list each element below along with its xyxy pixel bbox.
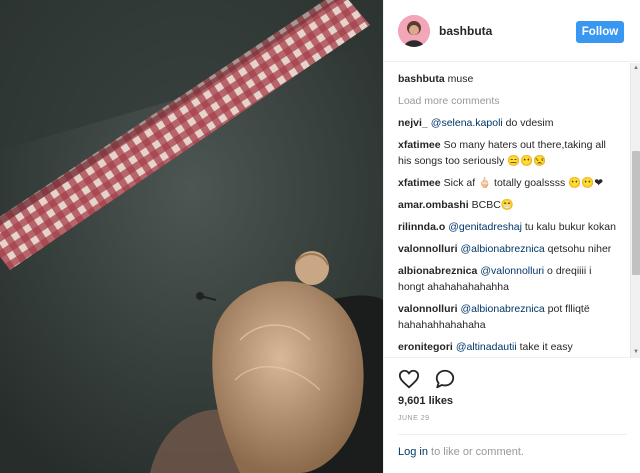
heart-icon[interactable] [398, 368, 420, 390]
post-actions: 9,601 likes June 29 Log in to like or co… [384, 357, 640, 473]
login-prompt: Log in to like or comment. [398, 446, 524, 458]
caption-username[interactable]: bashbuta [398, 73, 445, 85]
comment-item: xfatimee Sick af 🖕🏻 totally goalssss 😶😶❤ [398, 175, 620, 191]
likes-count[interactable]: 9,601 likes [398, 395, 453, 407]
login-link[interactable]: Log in [398, 446, 428, 458]
comment-username[interactable]: xfatimee [398, 139, 441, 151]
comment-mention[interactable]: @valonnolluri [480, 265, 544, 277]
scroll-thumb[interactable] [632, 151, 640, 275]
follow-button[interactable]: Follow [576, 21, 624, 43]
comment-item: nejvi_ @selena.kapoli do vdesim [398, 115, 620, 131]
comment-username[interactable]: valonnolluri [398, 243, 458, 255]
caption: bashbuta muse [398, 71, 620, 87]
scroll-up-arrow-icon[interactable]: ▲ [631, 63, 640, 73]
scroll-down-arrow-icon[interactable]: ▼ [631, 347, 640, 357]
caption-text: muse [447, 73, 474, 85]
comment-container: nejvi_ @selena.kapoli do vdesim xfatimee So… [398, 115, 620, 357]
comment-text: Sick af 🖕🏻 totally goalssss 😶😶❤ [443, 177, 604, 189]
avatar[interactable] [398, 15, 430, 47]
divider [398, 434, 627, 435]
comment-username[interactable]: eronitegori [398, 341, 453, 353]
comments-scrollbar[interactable]: ▲ ▼ [630, 63, 640, 357]
comment-mention[interactable]: @genitadreshaj [448, 221, 522, 233]
post-photo [0, 0, 383, 473]
comment-text: qetsohu niher [544, 243, 612, 255]
comment-username[interactable]: nejvi_ [398, 117, 428, 129]
post-date[interactable]: June 29 [398, 415, 430, 422]
post-header: bashbuta Follow [384, 0, 640, 62]
comment-item: albionabreznica @valonnolluri o dreqiiii … [398, 263, 620, 295]
comment-item: valonnolluri @albionabreznica pot flliqtë… [398, 301, 620, 333]
comment-text: tu kalu bukur kokan [521, 221, 616, 233]
comment-mention[interactable]: @albionabreznica [461, 243, 545, 255]
comments-list[interactable]: bashbuta muse Load more comments nejvi_ @s… [384, 63, 630, 357]
comment-item: valonnolluri @albionabreznica qetsohu nih… [398, 241, 620, 257]
comment-username[interactable]: rilinnda.o [398, 221, 445, 233]
comment-username[interactable]: xfatimee [398, 177, 441, 189]
comment-icon[interactable] [434, 368, 456, 390]
login-prompt-text: to like or comment. [427, 446, 524, 458]
comment-item: amar.ombashi BCBC😁 [398, 197, 620, 213]
comment-text: do vdesim [502, 117, 554, 129]
comment-item: eronitegori @altinadautii take it easy [398, 339, 620, 355]
photo-illustration [0, 0, 383, 473]
comment-item: xfatimee So many haters out there,taking … [398, 137, 620, 169]
comment-username[interactable]: amar.ombashi [398, 199, 469, 211]
post-side-panel: bashbuta Follow bashbuta muse Load more c… [383, 0, 640, 473]
avatar-image [398, 15, 430, 47]
comment-item: rilinnda.o @genitadreshaj tu kalu bukur k… [398, 219, 620, 235]
comment-mention[interactable]: @altinadautii [456, 341, 517, 353]
comment-username[interactable]: albionabreznica [398, 265, 477, 277]
comment-text: BCBC😁 [471, 199, 514, 211]
comment-mention[interactable]: @selena.kapoli [431, 117, 503, 129]
comment-text: take it easy [516, 341, 573, 353]
author-username[interactable]: bashbuta [439, 24, 492, 38]
action-icons [398, 368, 466, 392]
comment-mention[interactable]: @albionabreznica [461, 303, 545, 315]
comment-username[interactable]: valonnolluri [398, 303, 458, 315]
load-more-comments-link[interactable]: Load more comments [398, 93, 620, 109]
